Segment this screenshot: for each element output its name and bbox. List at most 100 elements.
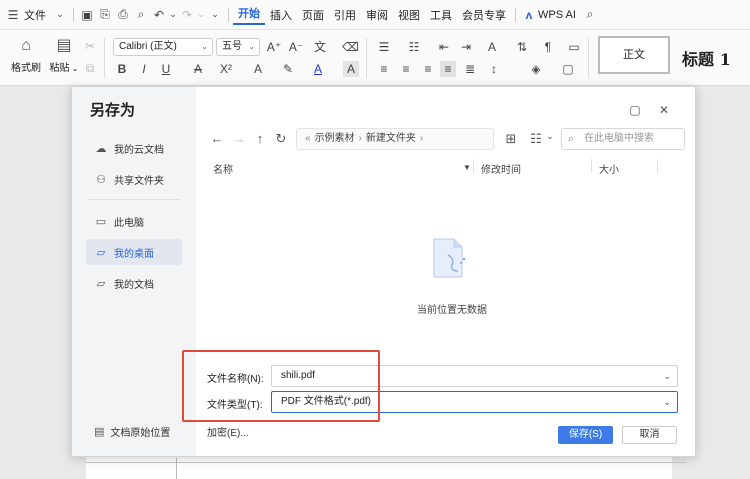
superscript-icon[interactable]: X² <box>218 61 234 77</box>
shrink-font-icon[interactable]: A⁻ <box>288 39 304 55</box>
clear-format-icon[interactable]: ⌫ <box>342 39 359 55</box>
sort-down-icon[interactable]: ▼ <box>463 163 471 172</box>
save-icon[interactable]: ▣ <box>78 6 96 24</box>
grow-font-icon[interactable]: A⁺ <box>266 39 282 55</box>
redo-chevron-icon[interactable]: ⌄ <box>196 6 206 24</box>
view-mode-chevron-icon[interactable]: ⌄ <box>542 131 558 142</box>
justify-icon[interactable]: ≡ <box>440 61 456 77</box>
sidebar-item-shared-folder[interactable]: ⚇ 共享文件夹 <box>86 166 182 192</box>
search-input[interactable]: ⌕ 在此电脑中搜索 <box>561 128 685 150</box>
column-divider[interactable] <box>591 159 592 173</box>
tab-view[interactable]: 视图 <box>393 7 425 23</box>
italic-icon[interactable]: I <box>136 61 152 77</box>
forward-arrow-icon[interactable]: → <box>231 131 247 146</box>
page-margin-line <box>176 458 177 479</box>
save-as-dialog: 另存为 ☁ 我的云文档 ⚇ 共享文件夹 ▭ 此电脑 ▱ 我的桌面 ▱ 我的文档 ▤ 文档原始… <box>71 86 696 457</box>
sidebar-item-this-pc[interactable]: ▭ 此电脑 <box>86 208 182 234</box>
original-location-button[interactable]: ▤ 文档原始位置 <box>94 424 170 439</box>
search-icon[interactable]: ⌕ <box>581 6 599 24</box>
redo-icon[interactable]: ↷ <box>178 6 196 24</box>
font-color-icon[interactable]: A <box>310 61 326 77</box>
new-folder-icon[interactable]: ⊞ <box>503 131 519 147</box>
char-shading-icon[interactable]: A <box>343 61 359 77</box>
more-chevron-icon[interactable]: ⌄ <box>206 6 224 24</box>
tab-member[interactable]: 会员专享 <box>457 7 511 23</box>
save-button[interactable]: 保存(S) <box>558 426 613 444</box>
style-heading-1[interactable]: 标题 1 <box>682 46 731 70</box>
column-header-modified[interactable]: 修改时间 <box>481 161 521 176</box>
bold-icon[interactable]: B <box>114 61 130 77</box>
chevron-down-icon[interactable]: ⌄ <box>663 392 671 412</box>
align-left-icon[interactable]: ≡ <box>376 61 392 77</box>
close-icon[interactable]: ✕ <box>657 103 671 117</box>
folder-icon: ▱ <box>96 277 106 290</box>
divider <box>366 38 367 78</box>
column-header-name[interactable]: 名称 <box>213 161 233 176</box>
up-arrow-icon[interactable]: ↑ <box>252 131 268 146</box>
brush-icon: ⌂ <box>21 37 31 54</box>
cut-icon[interactable]: ✂ <box>82 38 98 54</box>
tab-insert[interactable]: 插入 <box>265 7 297 23</box>
sidebar-item-my-documents[interactable]: ▱ 我的文档 <box>86 270 182 296</box>
wps-ai-icon[interactable]: ᴧ <box>520 6 538 24</box>
strikethrough-icon[interactable]: A <box>190 61 206 77</box>
tab-review[interactable]: 审阅 <box>361 7 393 23</box>
paste-button[interactable]: ▤ 粘贴 ⌄ <box>44 36 84 74</box>
align-right-icon[interactable]: ≡ <box>420 61 436 77</box>
print-icon[interactable]: ⎙ <box>114 6 132 24</box>
chevron-down-icon[interactable]: ⌄ <box>663 366 671 386</box>
copy-icon[interactable]: ⧉ <box>82 60 98 76</box>
refresh-icon[interactable]: ↻ <box>273 131 289 147</box>
tab-page[interactable]: 页面 <box>297 7 329 23</box>
wps-ai-button[interactable]: WPS AI <box>538 9 581 21</box>
column-divider[interactable] <box>473 159 474 173</box>
format-painter-button[interactable]: ⌂ 格式刷 <box>8 36 44 74</box>
text-direction-icon[interactable]: A <box>484 39 500 55</box>
document-icon: ▤ <box>94 426 105 438</box>
shading-icon[interactable]: ◈ <box>528 61 544 77</box>
file-menu[interactable]: 文件 <box>22 7 51 23</box>
breadcrumb-item[interactable]: 新建文件夹 <box>366 133 416 144</box>
back-arrow-icon[interactable]: ← <box>209 131 225 146</box>
numbered-list-icon[interactable]: ☷ <box>406 39 422 55</box>
line-spacing-icon[interactable]: ↕ <box>486 61 502 77</box>
font-name-select[interactable]: Calibri (正文) ⌄ <box>113 38 213 56</box>
folder-icon: ▱ <box>96 246 106 259</box>
tab-references[interactable]: 引用 <box>329 7 361 23</box>
decrease-indent-icon[interactable]: ⇤ <box>436 39 452 55</box>
column-divider[interactable] <box>657 159 658 173</box>
font-size-select[interactable]: 五号 ⌄ <box>216 38 260 56</box>
column-header-size[interactable]: 大小 <box>599 161 619 176</box>
show-marks-icon[interactable]: ¶ <box>540 39 556 55</box>
divider <box>73 7 74 22</box>
bullet-list-icon[interactable]: ☰ <box>376 39 392 55</box>
sort-icon[interactable]: ⇅ <box>514 39 530 55</box>
sidebar-item-desktop[interactable]: ▱ 我的桌面 <box>86 239 182 265</box>
phonetic-icon[interactable]: 文 <box>312 39 328 55</box>
distribute-icon[interactable]: ≣ <box>462 61 478 77</box>
highlight-icon[interactable]: ✎ <box>280 61 296 77</box>
align-center-icon[interactable]: ≡ <box>398 61 414 77</box>
underline-icon[interactable]: U <box>158 61 174 77</box>
tab-home[interactable]: 开始 <box>233 5 265 25</box>
export-icon[interactable]: ⎘ <box>96 6 114 24</box>
breadcrumb-item[interactable]: 示例素材 <box>315 133 355 144</box>
file-menu-chevron-icon[interactable]: ⌄ <box>51 6 69 24</box>
breadcrumb[interactable]: «示例素材 › 新建文件夹 › <box>296 128 494 150</box>
menu-icon[interactable]: ☰ <box>4 6 22 24</box>
undo-icon[interactable]: ↶ <box>150 6 168 24</box>
style-normal[interactable]: 正文 <box>598 36 670 74</box>
search-placeholder: 在此电脑中搜索 <box>584 133 654 144</box>
print-preview-icon[interactable]: ⌕ <box>132 6 150 24</box>
maximize-icon[interactable]: ▢ <box>628 103 642 117</box>
border-icon[interactable]: ▢ <box>560 61 576 77</box>
cancel-button[interactable]: 取消 <box>622 426 677 444</box>
undo-chevron-icon[interactable]: ⌄ <box>168 6 178 24</box>
sidebar-item-cloud-docs[interactable]: ☁ 我的云文档 <box>86 135 182 161</box>
breadcrumb-overflow-icon[interactable]: « <box>305 133 311 144</box>
text-effect-icon[interactable]: A <box>250 61 266 77</box>
tab-tools[interactable]: 工具 <box>425 7 457 23</box>
encrypt-link[interactable]: 加密(E)... <box>207 424 249 439</box>
increase-indent-icon[interactable]: ⇥ <box>458 39 474 55</box>
table-icon[interactable]: ▭ <box>566 39 582 55</box>
